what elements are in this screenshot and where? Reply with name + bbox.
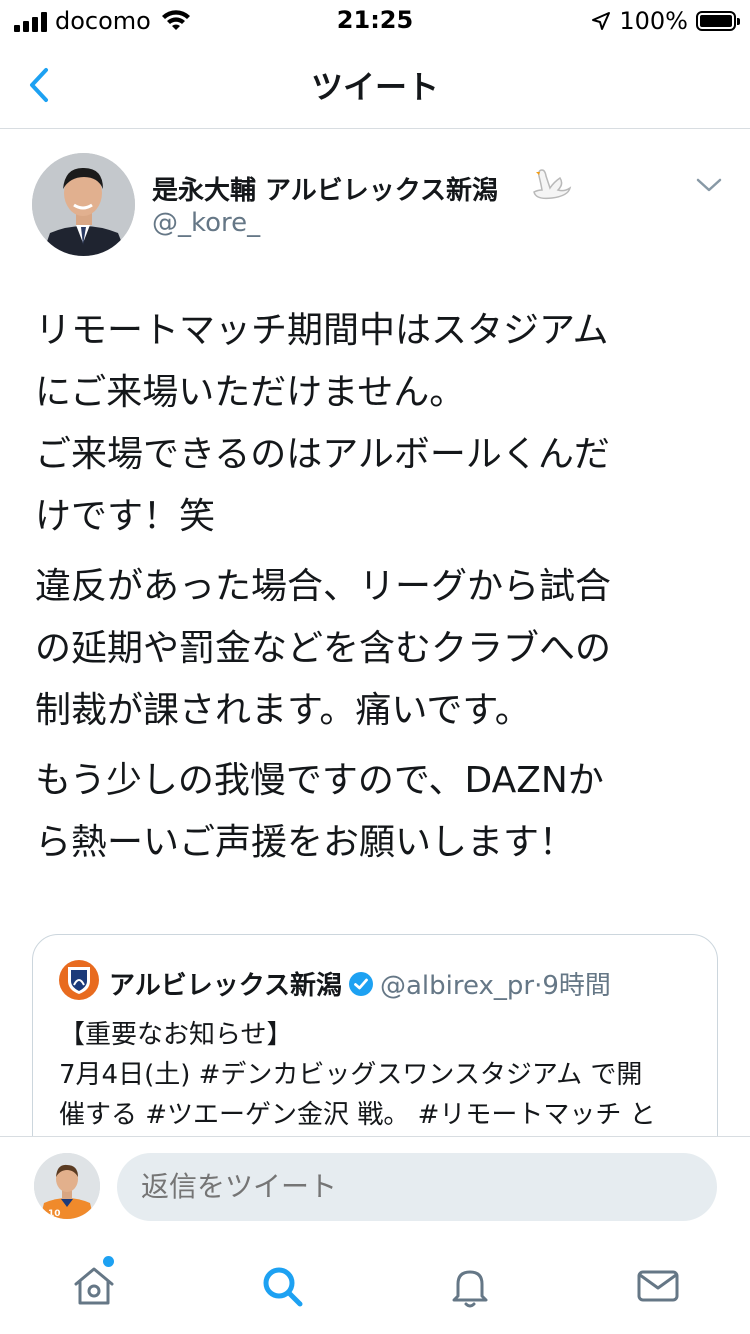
chevron-down-icon[interactable]: [694, 174, 724, 196]
quoted-time: 9時間: [542, 971, 611, 1001]
quoted-author-name: アルビレックス新潟: [109, 971, 342, 1001]
quoted-header: アルビレックス新潟 @albirex_pr·9時間: [109, 965, 611, 1002]
reply-input[interactable]: [117, 1153, 717, 1221]
author-handle[interactable]: @_kore_: [152, 208, 260, 238]
home-icon[interactable]: [70, 1262, 118, 1310]
tweet-paragraph: 違反があった場合、リーグから試合 の延期や罰金などを含むクラブへの 制裁が課され…: [35, 566, 612, 731]
battery-fill: [700, 15, 732, 27]
nav-bar: ツイート: [0, 42, 750, 129]
battery-icon: [696, 11, 740, 31]
swan-emoji-icon: [533, 169, 572, 200]
verified-badge-icon: [348, 972, 373, 996]
quoted-text: 【重要なお知らせ】 7月4日(土) #デンカビッグスワンスタジアム で開 催する…: [59, 1020, 656, 1130]
messages-icon[interactable]: [634, 1262, 682, 1310]
author-avatar[interactable]: [32, 153, 135, 256]
location-arrow-icon: [592, 12, 611, 30]
tweet-paragraph: リモートマッチ期間中はスタジアム にご来場いただけません。 ご来場できるのはアル…: [35, 310, 610, 537]
battery-percent: 100%: [619, 7, 688, 35]
page-title: ツイート: [310, 68, 439, 106]
tweet-paragraph: もう少しの我慢ですので、DAZNか ら熱ーいご声援をお願いします！: [35, 760, 604, 863]
tweet-text: リモートマッチ期間中はスタジアム にご来場いただけません。 ご来場できるのはアル…: [35, 300, 705, 882]
notifications-icon[interactable]: [446, 1262, 494, 1310]
quoted-author-handle: @albirex_pr: [379, 971, 535, 1001]
status-bar: docomo 21:25 100%: [0, 0, 750, 42]
author-name[interactable]: 是永大輔 アルビレックス新潟: [152, 170, 498, 207]
status-right: 100%: [591, 7, 740, 35]
reply-bar: 10: [0, 1136, 750, 1241]
tab-bar: [0, 1240, 750, 1334]
svg-text:10: 10: [48, 1209, 61, 1219]
quoted-author-avatar: [59, 960, 99, 1000]
user-avatar[interactable]: 10: [34, 1153, 100, 1219]
search-icon[interactable]: [258, 1262, 306, 1310]
new-content-dot: [103, 1256, 114, 1267]
